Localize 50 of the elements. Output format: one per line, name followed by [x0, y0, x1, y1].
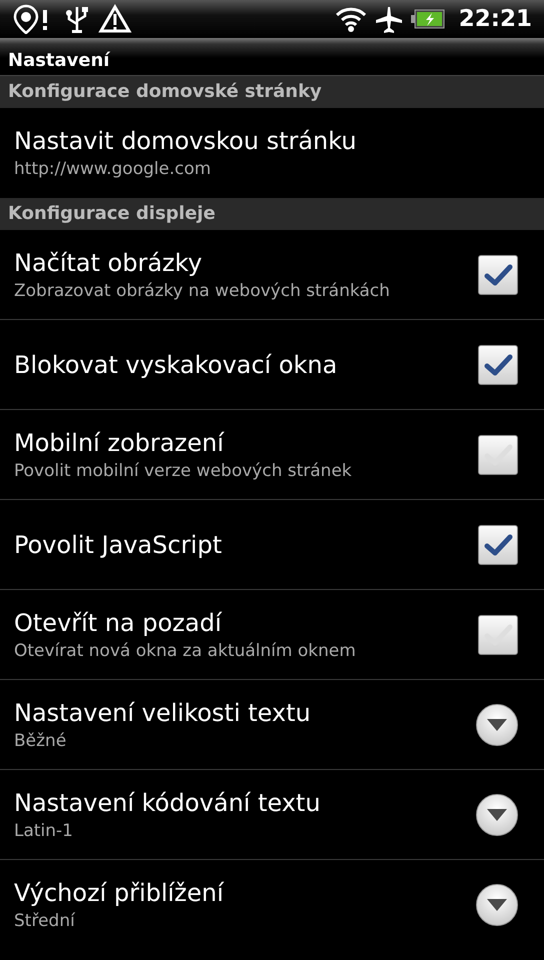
dropdown-button[interactable]	[476, 794, 518, 836]
setting-summary: Latin-1	[14, 820, 74, 840]
warning-icon	[98, 4, 132, 34]
setting-summary: Střední	[14, 911, 76, 931]
setting-summary: Otevírat nová okna za aktuálním oknem	[14, 640, 356, 660]
setting-summary: Běžné	[14, 730, 68, 750]
usb-icon	[64, 4, 90, 34]
settings-item[interactable]: Nastavení velikosti textu Běžné	[0, 680, 544, 770]
checkmark-icon	[483, 622, 513, 648]
caret-icon	[487, 808, 507, 820]
setting-summary: http://www.google.com	[14, 159, 212, 179]
setting-title: Nastavení velikosti textu	[14, 698, 311, 726]
dropdown-button[interactable]	[476, 884, 518, 926]
clock-time: 22:21	[458, 6, 532, 32]
section-header: Konfigurace displeje	[0, 198, 544, 230]
setting-title: Otevřít na pozadí	[14, 608, 223, 636]
checkbox[interactable]	[478, 524, 518, 564]
settings-item[interactable]: Nastavení kódování textu Latin-1	[0, 770, 544, 860]
airplane-icon	[374, 5, 403, 33]
dropdown-button[interactable]	[476, 704, 518, 746]
battery-charging-icon	[410, 9, 445, 29]
settings-item[interactable]: Mobilní zobrazení Povolit mobilní verze webových stránek	[0, 410, 544, 500]
checkmark-icon	[483, 352, 513, 378]
checkbox[interactable]	[478, 344, 518, 384]
setting-title: Mobilní zobrazení	[14, 428, 226, 456]
setting-title: Nastavit domovskou stránku	[14, 127, 357, 155]
settings-item[interactable]: Povolit JavaScript	[0, 500, 544, 590]
settings-item[interactable]: Načítat obrázky Zobrazovat obrázky na webových stránkách	[0, 230, 544, 320]
wifi-icon	[334, 5, 367, 33]
caret-icon	[487, 718, 507, 730]
screen-title: Nastavení	[8, 50, 110, 71]
setting-title: Blokovat vyskakovací okna	[14, 350, 338, 378]
settings-item[interactable]: Výchozí přiblížení Střední	[0, 860, 544, 950]
settings-item[interactable]: Blokovat vyskakovací okna	[0, 320, 544, 410]
setting-title: Povolit JavaScript	[14, 530, 222, 558]
setting-summary: Povolit mobilní verze webových stránek	[14, 460, 352, 480]
checkbox[interactable]	[478, 434, 518, 474]
checkmark-icon	[483, 532, 513, 558]
checkbox[interactable]	[478, 254, 518, 294]
checkmark-icon	[483, 442, 513, 468]
setting-title: Načítat obrázky	[14, 248, 204, 276]
setting-summary: Zobrazovat obrázky na webových stránkách	[14, 280, 390, 300]
settings-item[interactable]: Nastavit domovskou stránku http://www.google.com	[0, 108, 544, 198]
setting-title: Nastavení kódování textu	[14, 788, 320, 816]
checkbox[interactable]	[478, 614, 518, 654]
section-header: Konfigurace domovské stránky	[0, 76, 544, 108]
checkmark-icon	[483, 262, 513, 288]
setting-title: Výchozí přiblížení	[14, 879, 224, 907]
settings-item[interactable]: Otevřít na pozadí Otevírat nová okna za aktuálním oknem	[0, 590, 544, 680]
caret-icon	[487, 899, 507, 911]
